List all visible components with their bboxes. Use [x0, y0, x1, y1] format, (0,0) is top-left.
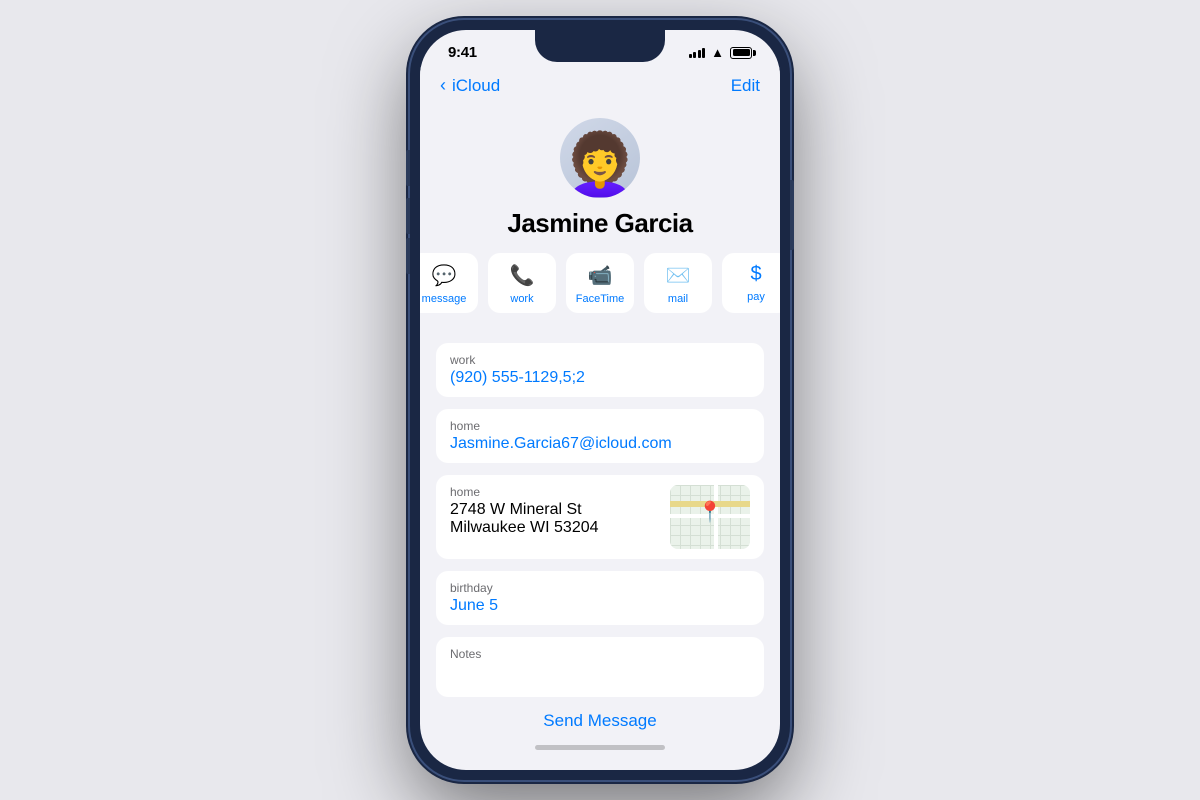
- pay-icon: $: [750, 263, 761, 286]
- facetime-icon: 📹: [588, 263, 613, 288]
- nav-bar: ‹ iCloud Edit: [420, 67, 780, 102]
- profile-section: 👩‍🦱 Jasmine Garcia 💬 message 📞 work 📹: [420, 102, 780, 331]
- action-message-label: message: [422, 293, 467, 305]
- notes-section[interactable]: Notes: [436, 637, 764, 697]
- work-phone-row[interactable]: work (920) 555-1129,5;2: [436, 343, 764, 397]
- birthday-content: birthday June 5: [450, 581, 750, 615]
- action-buttons: 💬 message 📞 work 📹 FaceTime ✉️ mail: [420, 253, 780, 313]
- home-address-line1: 2748 W Mineral St: [450, 501, 660, 519]
- avatar: 👩‍🦱: [560, 118, 640, 198]
- work-phone-label: work: [450, 353, 750, 367]
- action-work-button[interactable]: 📞 work: [488, 253, 556, 313]
- send-message-button[interactable]: Send Message: [543, 711, 656, 730]
- contact-name: Jasmine Garcia: [507, 208, 692, 239]
- notes-label: Notes: [450, 647, 750, 661]
- notch: [535, 30, 665, 62]
- home-address-content: home 2748 W Mineral St Milwaukee WI 5320…: [450, 485, 660, 549]
- phone-screen: 9:41 ▲ ‹ iCloud: [420, 30, 780, 770]
- action-work-label: work: [510, 293, 533, 305]
- wifi-icon: ▲: [711, 45, 724, 60]
- phone-icon: 📞: [510, 263, 535, 288]
- birthday-label: birthday: [450, 581, 750, 595]
- message-icon: 💬: [432, 263, 457, 288]
- avatar-image: 👩‍🦱: [563, 129, 638, 199]
- home-address-line2: Milwaukee WI 53204: [450, 519, 660, 537]
- birthday-value[interactable]: June 5: [450, 597, 750, 615]
- action-facetime-button[interactable]: 📹 FaceTime: [566, 253, 634, 313]
- action-message-button[interactable]: 💬 message: [420, 253, 478, 313]
- signal-bars-icon: [689, 48, 706, 58]
- home-email-value[interactable]: Jasmine.Garcia67@icloud.com: [450, 435, 750, 453]
- action-pay-label: pay: [747, 291, 765, 303]
- status-icons: ▲: [689, 45, 752, 60]
- action-mail-label: mail: [668, 293, 688, 305]
- home-email-label: home: [450, 419, 750, 433]
- home-indicator: [420, 737, 780, 754]
- action-pay-button[interactable]: $ pay: [722, 253, 780, 313]
- send-message-bar: Send Message: [436, 711, 764, 731]
- birthday-row[interactable]: birthday June 5: [436, 571, 764, 625]
- work-phone-value[interactable]: (920) 555-1129,5;2: [450, 369, 750, 387]
- home-email-content: home Jasmine.Garcia67@icloud.com: [450, 419, 750, 453]
- phone-info-section: work (920) 555-1129,5;2: [436, 343, 764, 397]
- work-phone-content: work (920) 555-1129,5;2: [450, 353, 750, 387]
- home-bar: [535, 745, 665, 750]
- phone-wrapper: 9:41 ▲ ‹ iCloud: [410, 20, 790, 780]
- back-label: iCloud: [452, 76, 500, 96]
- back-button[interactable]: ‹ iCloud: [440, 75, 500, 96]
- action-facetime-label: FaceTime: [576, 293, 625, 305]
- mail-icon: ✉️: [666, 263, 691, 288]
- email-info-section: home Jasmine.Garcia67@icloud.com: [436, 409, 764, 463]
- map-pin-icon: 📍: [698, 500, 723, 525]
- status-time: 9:41: [448, 44, 477, 61]
- back-chevron-icon: ‹: [440, 75, 446, 96]
- home-address-label: home: [450, 485, 660, 499]
- map-thumbnail[interactable]: 📍: [670, 485, 750, 549]
- battery-icon: [730, 47, 752, 59]
- edit-button[interactable]: Edit: [731, 76, 760, 96]
- birthday-info-section: birthday June 5: [436, 571, 764, 625]
- content-area: ‹ iCloud Edit 👩‍🦱 Jasmine Garcia 💬 messa…: [420, 67, 780, 757]
- home-address-row[interactable]: home 2748 W Mineral St Milwaukee WI 5320…: [436, 475, 764, 559]
- action-mail-button[interactable]: ✉️ mail: [644, 253, 712, 313]
- address-info-section: home 2748 W Mineral St Milwaukee WI 5320…: [436, 475, 764, 559]
- home-email-row[interactable]: home Jasmine.Garcia67@icloud.com: [436, 409, 764, 463]
